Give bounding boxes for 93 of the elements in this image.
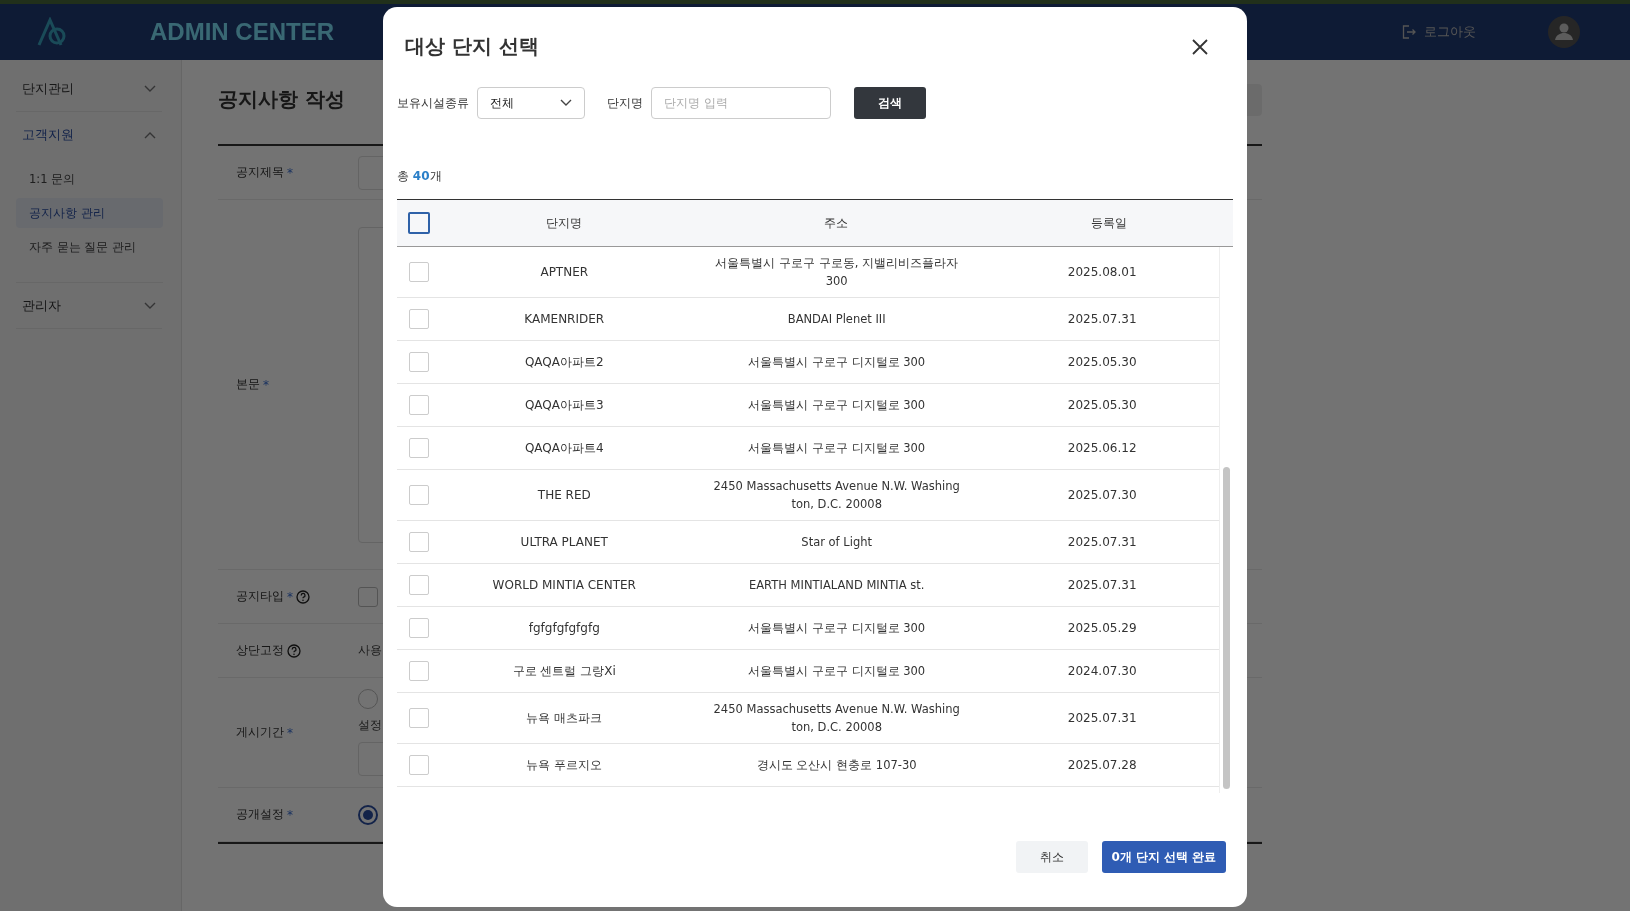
table-cell: QAQA아파트3 <box>524 396 604 414</box>
table-cell-text: Star of Light <box>801 534 873 551</box>
table-cell-text: 서울특별시 구로구 디지털로 300 <box>748 397 926 414</box>
table-cell-text: BANDAI Plenet III <box>787 311 886 328</box>
table-cell: QAQA아파트2 <box>524 353 604 371</box>
table-cell-text: 2450 Massachusetts Avenue N.W. Washington, D.C. 20008 <box>712 701 961 736</box>
table-cell: 2024.07.30 <box>1067 664 1137 678</box>
table-cell: 2025.05.30 <box>1067 355 1137 369</box>
field-label: 게시기간 <box>236 724 284 741</box>
table-cell: 2025.07.31 <box>1067 535 1137 549</box>
table-cell: 2025.05.30 <box>1067 398 1137 412</box>
column-header: 단지명 <box>545 214 582 232</box>
checkbox[interactable] <box>358 586 378 607</box>
field-label: 공개설정 <box>236 806 284 823</box>
table-cell: THE RED <box>537 488 591 502</box>
sidebar-item[interactable]: 고객지원 <box>16 112 162 158</box>
option-text: 사용 <box>358 642 382 659</box>
avatar-icon <box>1548 16 1580 48</box>
close-icon <box>1191 37 1209 56</box>
dropdown[interactable]: 전체 <box>477 87 585 119</box>
row-checkbox[interactable] <box>408 755 429 775</box>
table-cell-text: 2450 Massachusetts Avenue N.W. Washington, D.C. 20008 <box>712 478 961 513</box>
table-cell-text: EARTH MINTIALAND MINTIA st. <box>748 577 925 594</box>
row-checkbox[interactable] <box>408 485 429 505</box>
option-text: 설정 <box>358 717 382 734</box>
chevron-icon <box>560 99 572 107</box>
table-cell: 2025.06.12 <box>1067 441 1137 455</box>
dialog-title: 대상 단지 선택 <box>405 33 539 60</box>
row-checkbox[interactable] <box>408 395 429 415</box>
table-cell: 뉴욕 푸르지오 <box>526 756 603 774</box>
logo-text: ADMIN CENTER <box>150 18 334 46</box>
row-checkbox[interactable] <box>408 708 429 728</box>
table-cell: 2025.07.28 <box>1067 758 1137 772</box>
table-cell: ULTRA PLANET <box>520 535 608 549</box>
chevron-icon <box>144 301 156 310</box>
table-cell-text: 서울특별시 구로구 디지털로 300 <box>748 620 926 637</box>
table-cell: 2025.07.31 <box>1067 312 1137 326</box>
column-header: 등록일 <box>1090 214 1127 232</box>
chevron-icon <box>144 131 156 139</box>
row-checkbox[interactable] <box>408 618 429 638</box>
column-header: 주소 <box>823 215 848 232</box>
select-all-checkbox[interactable] <box>407 212 430 234</box>
filter-label: 단지명 <box>607 94 643 112</box>
confirm-button[interactable]: 0개 단지 선택 완료 <box>1102 841 1226 873</box>
row-checkbox[interactable] <box>408 438 429 458</box>
table-cell: 2025.05.29 <box>1067 621 1137 635</box>
sidebar-subitem[interactable]: 공지사항 관리 <box>16 198 163 228</box>
required-mark: * <box>287 807 293 822</box>
row-checkbox[interactable] <box>408 575 429 595</box>
table-cell: APTNER <box>540 265 589 279</box>
table-cell-text: 서울특별시 구로구 구로동, 지밸리비즈플라자 300 <box>714 255 959 290</box>
row-checkbox[interactable] <box>408 352 429 372</box>
table-cell: WORLD MINTIA CENTER <box>492 578 636 592</box>
cancel-button[interactable]: 취소 <box>1016 841 1088 873</box>
required-mark: * <box>287 165 293 180</box>
required-mark: * <box>287 725 293 740</box>
table-cell: 2025.07.31 <box>1067 578 1137 592</box>
field-label: 상단고정 <box>236 642 284 659</box>
logout-button[interactable]: 로그아웃 <box>1402 23 1476 41</box>
filter-label: 보유시설종류 <box>397 94 469 112</box>
row-checkbox[interactable] <box>408 309 429 329</box>
field-label: 공지타입 <box>236 588 284 605</box>
page-title: 공지사항 작성 <box>218 86 345 113</box>
chevron-icon <box>144 84 156 93</box>
table-cell-text: 서울특별시 구로구 디지털로 300 <box>748 663 926 680</box>
table-cell: 2025.08.01 <box>1067 265 1137 279</box>
total-count: 총 40개 <box>397 168 443 185</box>
table-cell-text: 서울특별시 구로구 디지털로 300 <box>748 440 926 457</box>
radio-button[interactable] <box>358 804 378 825</box>
table-cell-text: 서울특별시 구로구 디지털로 300 <box>748 354 926 371</box>
sidebar-subitem[interactable]: 1:1 문의 <box>16 164 163 194</box>
logout-icon <box>1402 25 1416 39</box>
field-label: 공지제목 <box>236 164 284 181</box>
table-cell: fgfgfgfgfgfg <box>528 621 600 635</box>
table-cell: 2025.07.31 <box>1067 711 1137 725</box>
sidebar-item[interactable]: 단지관리 <box>16 66 162 112</box>
table-cell-text: 경시도 오산시 현충로 107-30 <box>756 757 917 774</box>
row-checkbox[interactable] <box>408 532 429 552</box>
search-field[interactable]: 단지명 입력 <box>651 87 831 119</box>
sidebar-subitem[interactable]: 자주 묻는 질문 관리 <box>16 232 163 262</box>
field-label: 본문 <box>236 376 260 393</box>
required-mark: * <box>263 377 269 392</box>
scrollbar-thumb[interactable] <box>1223 467 1230 789</box>
sidebar-item[interactable]: 관리자 <box>16 283 162 329</box>
search-button[interactable]: 검색 <box>854 87 926 119</box>
table-cell: KAMENRIDER <box>524 312 605 326</box>
table-cell: 2025.07.30 <box>1067 488 1137 502</box>
table-cell: QAQA아파트4 <box>524 439 604 457</box>
required-mark: * <box>287 589 293 604</box>
row-checkbox[interactable] <box>408 661 429 681</box>
table-cell: 뉴욕 매츠파크 <box>526 709 603 727</box>
row-checkbox[interactable] <box>408 262 429 282</box>
table-cell: 구로 센트럴 그랑Xi <box>512 662 616 680</box>
